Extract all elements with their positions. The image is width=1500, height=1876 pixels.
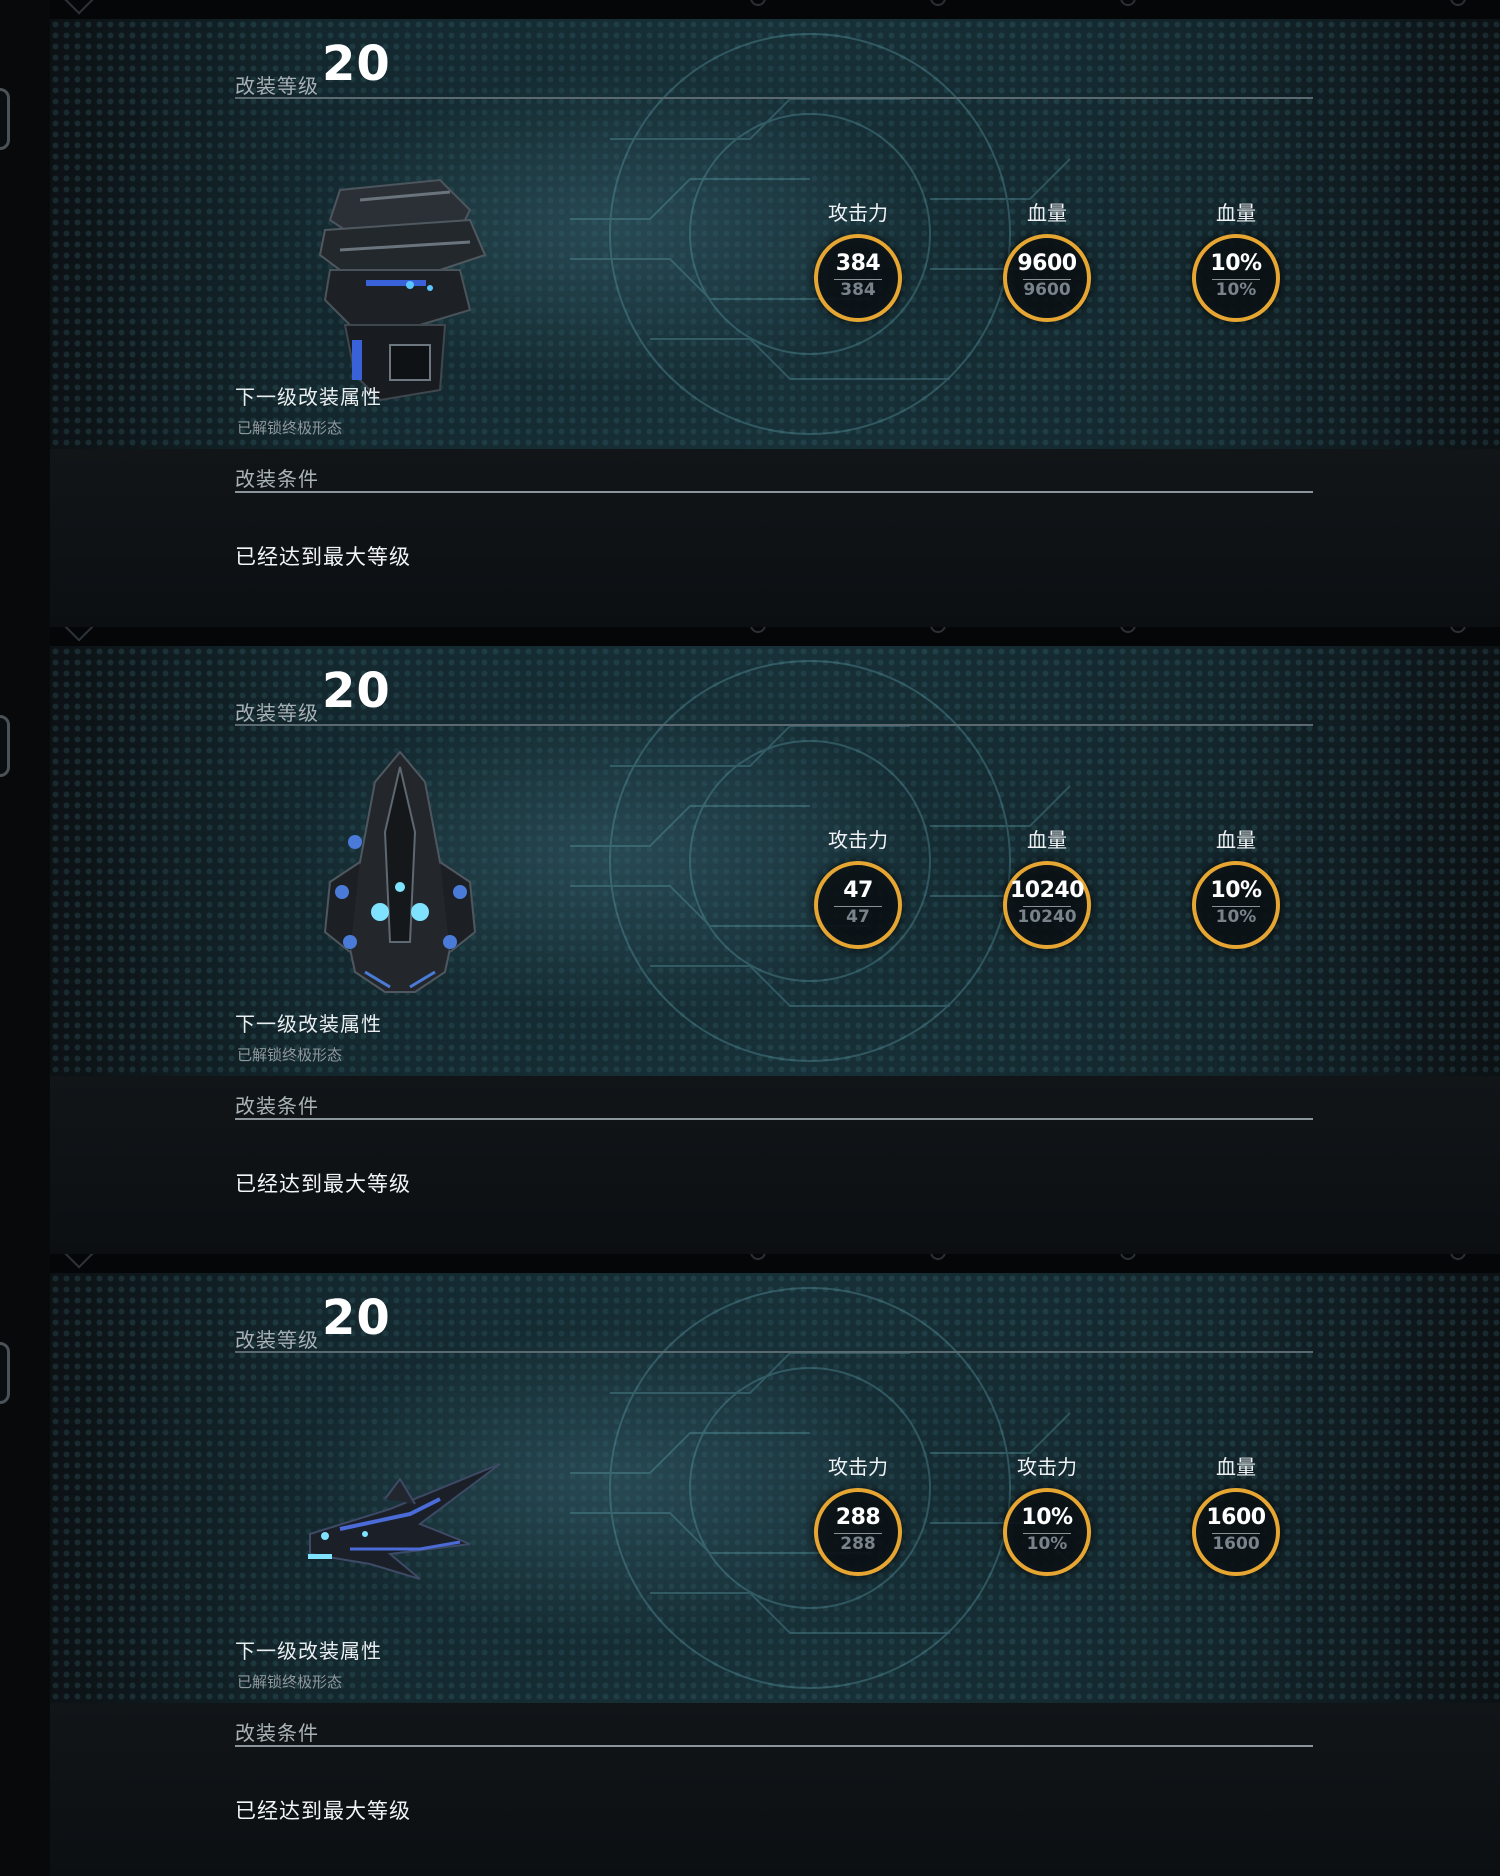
stat-hp-percent: 血量 10% 10% [1161, 197, 1311, 337]
stat-next-value: 10240 [1017, 907, 1077, 927]
stat-ring: 1600 1600 [1192, 1488, 1280, 1576]
stat-ring: 288 288 [814, 1488, 902, 1576]
stat-label: 血量 [1216, 828, 1256, 852]
upgrade-level-label: 改装等级 [235, 701, 319, 725]
stat-next-value: 10% [1026, 1534, 1068, 1554]
stat-ring: 10240 10240 [1003, 861, 1091, 949]
stat-attack: 攻击力 288 288 [783, 1451, 933, 1591]
stat-label: 血量 [1216, 201, 1256, 225]
divider [235, 97, 1313, 99]
stat-ring: 9600 9600 [1003, 234, 1091, 322]
stat-current-value: 288 [835, 1505, 881, 1530]
stat-hp: 血量 9600 9600 [972, 197, 1122, 337]
stat-current-value: 10240 [1009, 878, 1085, 903]
stat-label: 攻击力 [1017, 1455, 1077, 1479]
upgrade-panel-1: 改装等级 20 下一级改装属性 已解锁终极形态 攻击力 384 384 血量 9… [50, 0, 1500, 627]
header-icon [930, 627, 946, 633]
stat-label: 攻击力 [828, 201, 888, 225]
max-level-reached-text: 已经达到最大等级 [235, 1799, 411, 1823]
max-level-reached-text: 已经达到最大等级 [235, 545, 411, 569]
unlocked-form-note: 已解锁终极形态 [237, 1046, 343, 1064]
upgrade-level-value: 20 [322, 36, 391, 92]
chevron-down-icon[interactable] [63, 0, 95, 15]
header-icon [1120, 627, 1136, 633]
panel-header [50, 1254, 1500, 1273]
stat-next-value: 10% [1215, 280, 1257, 300]
stat-ring: 47 47 [814, 861, 902, 949]
stat-label: 血量 [1216, 1455, 1256, 1479]
stat-attack-percent: 攻击力 10% 10% [972, 1451, 1122, 1591]
stat-next-value: 10% [1215, 907, 1257, 927]
stat-current-value: 10% [1210, 251, 1262, 276]
stat-next-value: 9600 [1023, 280, 1071, 300]
fighter-ship-icon [308, 1463, 501, 1580]
stat-ring: 384 384 [814, 234, 902, 322]
stat-attack: 攻击力 47 47 [783, 824, 933, 964]
upgrade-condition-label: 改装条件 [235, 1721, 319, 1745]
header-icon [750, 0, 766, 6]
header-icon [1450, 0, 1466, 6]
header-icon [750, 1254, 766, 1260]
next-level-attributes-label: 下一级改装属性 [235, 1639, 382, 1663]
stat-label: 血量 [1027, 201, 1067, 225]
divider [235, 1351, 1313, 1353]
panel-header [50, 0, 1500, 19]
upgrade-condition-label: 改装条件 [235, 1094, 319, 1118]
stat-ring: 10% 10% [1192, 234, 1280, 322]
stat-next-value: 288 [840, 1534, 876, 1554]
panel-header [50, 627, 1500, 646]
header-icon [1450, 1254, 1466, 1260]
divider [235, 491, 1313, 493]
stat-hp-percent: 血量 10% 10% [1161, 824, 1311, 964]
divider [235, 1118, 1313, 1120]
stat-current-value: 9600 [1017, 251, 1077, 276]
ship-upgrade-screen: 改装等级 20 下一级改装属性 已解锁终极形态 攻击力 384 384 血量 9… [0, 0, 1500, 1876]
stat-ring: 10% 10% [1192, 861, 1280, 949]
next-level-attributes-label: 下一级改装属性 [235, 1012, 382, 1036]
stat-current-value: 10% [1021, 1505, 1073, 1530]
stat-current-value: 1600 [1206, 1505, 1266, 1530]
divider [235, 724, 1313, 726]
stat-hp: 血量 1600 1600 [1161, 1451, 1311, 1591]
upgrade-condition-label: 改装条件 [235, 467, 319, 491]
side-tab-3[interactable] [0, 1342, 10, 1404]
divider [235, 1745, 1313, 1747]
chevron-down-icon[interactable] [63, 1254, 95, 1269]
stat-next-value: 47 [846, 907, 870, 927]
next-level-attributes-label: 下一级改装属性 [235, 385, 382, 409]
stat-attack: 攻击力 384 384 [783, 197, 933, 337]
upgrade-level-value: 20 [322, 663, 391, 719]
upgrade-panel-2: 改装等级 20 下一级改装属性 已解锁终极形态 攻击力 47 47 血量 102… [50, 627, 1500, 1254]
upgrade-level-value: 20 [322, 1290, 391, 1346]
max-level-reached-text: 已经达到最大等级 [235, 1172, 411, 1196]
stat-next-value: 384 [840, 280, 876, 300]
stat-ring: 10% 10% [1003, 1488, 1091, 1576]
stat-next-value: 1600 [1212, 1534, 1260, 1554]
header-icon [750, 627, 766, 633]
upgrade-level-label: 改装等级 [235, 1328, 319, 1352]
side-tab-2[interactable] [0, 715, 10, 777]
stat-label: 血量 [1027, 828, 1067, 852]
cruiser-ship-icon [323, 750, 477, 993]
header-icon [1120, 1254, 1136, 1260]
stat-current-value: 10% [1210, 878, 1262, 903]
stat-hp: 血量 10240 10240 [972, 824, 1122, 964]
header-icon [1120, 0, 1136, 6]
header-icon [930, 0, 946, 6]
stat-label: 攻击力 [828, 1455, 888, 1479]
chevron-down-icon[interactable] [63, 627, 95, 642]
upgrade-panel-3: 改装等级 20 下一级改装属性 已解锁终极形态 攻击力 288 288 攻击力 … [50, 1254, 1500, 1876]
stat-label: 攻击力 [828, 828, 888, 852]
header-icon [930, 1254, 946, 1260]
header-icon [1450, 627, 1466, 633]
stat-current-value: 47 [843, 878, 873, 903]
unlocked-form-note: 已解锁终极形态 [237, 1673, 343, 1691]
side-tab-1[interactable] [0, 88, 10, 150]
stat-current-value: 384 [835, 251, 881, 276]
upgrade-level-label: 改装等级 [235, 74, 319, 98]
unlocked-form-note: 已解锁终极形态 [237, 419, 343, 437]
